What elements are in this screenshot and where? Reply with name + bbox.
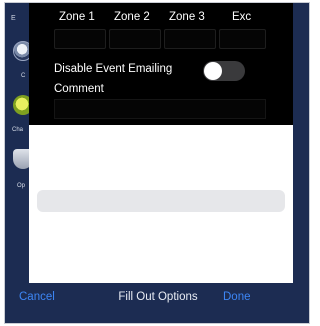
options-sheet: Zone 1 Zone 2 Zone 3 Exc Disable Event E… (5, 3, 309, 311)
toolbar-title: Fill Out Options (118, 291, 198, 303)
zone-3-field[interactable] (164, 29, 216, 49)
screen: E C Cha Op Zone 1 Zone 2 Zone 3 Exc Disa… (4, 2, 310, 324)
zone-2-field[interactable] (109, 29, 161, 49)
zone-2-header: Zone 2 (114, 11, 150, 23)
exclude-header: Exc (232, 11, 252, 23)
options-form: Zone 1 Zone 2 Zone 3 Exc Disable Event E… (29, 3, 293, 125)
background-header-label: E (11, 15, 16, 22)
zone-3-header: Zone 3 (169, 11, 205, 23)
toggle-knob (204, 62, 222, 80)
background-item-label: Op (17, 183, 26, 189)
zone-1-field[interactable] (54, 29, 106, 49)
background-item-label: C (21, 73, 26, 79)
disable-email-row: Disable Event Emailing (54, 61, 254, 81)
zone-header-row: Zone 1 Zone 2 Zone 3 Exc (29, 11, 293, 27)
option-picker[interactable] (29, 125, 293, 283)
disable-email-label: Disable Event Emailing (54, 63, 173, 75)
background-item-label: Cha (12, 127, 24, 133)
done-button[interactable]: Done (223, 291, 251, 303)
picker-selection-indicator (37, 190, 285, 212)
comment-field[interactable] (54, 99, 266, 119)
exclude-field[interactable] (219, 29, 266, 49)
disable-email-toggle[interactable] (203, 61, 245, 81)
picker-toolbar: Cancel Fill Out Options Done (5, 283, 309, 311)
comment-label: Comment (54, 83, 104, 95)
zone-1-header: Zone 1 (59, 11, 95, 23)
